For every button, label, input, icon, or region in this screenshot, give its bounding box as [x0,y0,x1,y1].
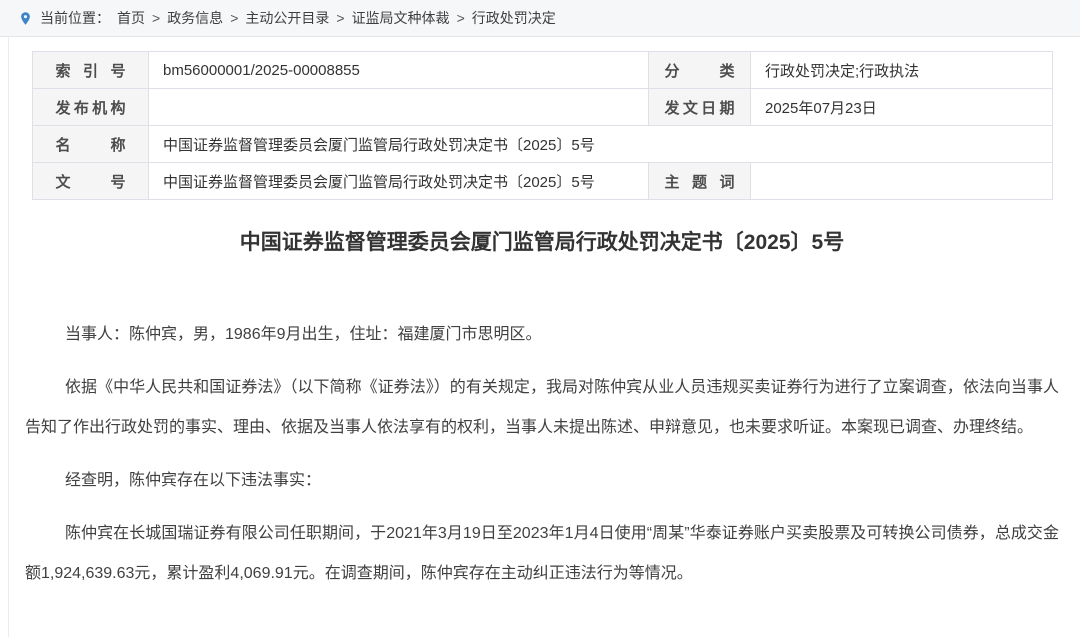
breadcrumb-item-public-catalog[interactable]: 主动公开目录 [245,8,329,28]
category-label-cell: 分类 [649,52,751,89]
breadcrumb-separator: > [230,10,238,26]
breadcrumb-prefix: 当前位置： [40,8,110,28]
breadcrumb-item-doc-genre[interactable]: 证监局文种体裁 [352,8,450,28]
document-body: 中国证券监督管理委员会厦门监管局行政处罚决定书〔2025〕5号 当事人：陈仲宾，… [25,228,1059,594]
content-panel: 索引号 bm56000001/2025-00008855 分类 行政处罚决定;行… [8,37,1080,637]
table-row: 文号 中国证券监督管理委员会厦门监管局行政处罚决定书〔2025〕5号 主题词 [33,163,1053,200]
doc-number-label: 文号 [56,171,126,192]
publisher-label-cell: 发布机构 [33,89,149,126]
table-row: 索引号 bm56000001/2025-00008855 分类 行政处罚决定;行… [33,52,1053,89]
keywords-value [751,163,1053,200]
pub-date-value: 2025年07月23日 [751,89,1053,126]
publisher-label: 发布机构 [56,97,126,118]
publisher-value [149,89,649,126]
page-title: 中国证券监督管理委员会厦门监管局行政处罚决定书〔2025〕5号 [25,228,1059,258]
doc-name-value: 中国证券监督管理委员会厦门监管局行政处罚决定书〔2025〕5号 [149,126,1053,163]
doc-name-label-cell: 名称 [33,126,149,163]
breadcrumb-item-gov-info[interactable]: 政务信息 [167,8,223,28]
doc-name-label: 名称 [56,134,126,155]
paragraph-party-info: 当事人：陈仲宾，男，1986年9月出生，住址：福建厦门市思明区。 [25,315,1059,355]
paragraph-legal-basis: 依据《中华人民共和国证券法》（以下简称《证券法》）的有关规定，我局对陈仲宾从业人… [25,368,1059,448]
keywords-label: 主题词 [665,171,735,192]
paragraph-violation-facts: 陈仲宾在长城国瑞证券有限公司任职期间，于2021年3月19日至2023年1月4日… [25,514,1059,594]
pub-date-label-cell: 发文日期 [649,89,751,126]
category-label: 分类 [665,60,735,81]
breadcrumb-item-penalty-decision[interactable]: 行政处罚决定 [472,8,556,28]
doc-number-label-cell: 文号 [33,163,149,200]
location-pin-icon [18,11,33,26]
index-number-label: 索引号 [56,60,126,81]
breadcrumb: 当前位置： 首页 > 政务信息 > 主动公开目录 > 证监局文种体裁 > 行政处… [0,0,1080,37]
table-row: 名称 中国证券监督管理委员会厦门监管局行政处罚决定书〔2025〕5号 [33,126,1053,163]
breadcrumb-separator: > [457,10,465,26]
table-row: 发布机构 发文日期 2025年07月23日 [33,89,1053,126]
index-number-value: bm56000001/2025-00008855 [149,52,649,89]
pub-date-label: 发文日期 [665,97,735,118]
breadcrumb-separator: > [336,10,344,26]
breadcrumb-item-home[interactable]: 首页 [117,8,145,28]
category-value: 行政处罚决定;行政执法 [751,52,1053,89]
index-number-label-cell: 索引号 [33,52,149,89]
paragraph-findings-intro: 经查明，陈仲宾存在以下违法事实： [25,461,1059,501]
meta-table: 索引号 bm56000001/2025-00008855 分类 行政处罚决定;行… [32,51,1053,200]
doc-number-value: 中国证券监督管理委员会厦门监管局行政处罚决定书〔2025〕5号 [149,163,649,200]
breadcrumb-separator: > [152,10,160,26]
keywords-label-cell: 主题词 [649,163,751,200]
